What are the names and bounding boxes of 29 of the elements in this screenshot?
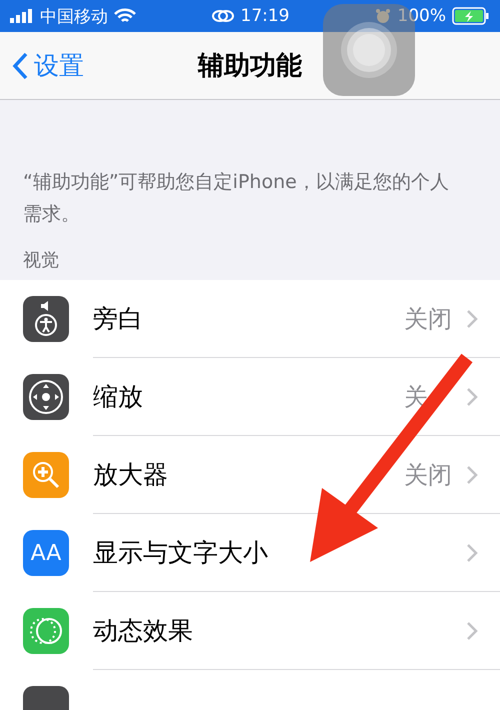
chevron-icon	[466, 386, 478, 406]
clock-time: 17:19	[240, 6, 290, 26]
text-size-icon: AA	[30, 540, 62, 566]
row-label: 旁白	[93, 303, 144, 335]
chevron-icon	[466, 542, 478, 562]
chevron-icon	[466, 464, 478, 484]
back-button[interactable]: 设置	[0, 49, 84, 82]
settings-row[interactable]: 动态效果	[0, 592, 500, 670]
signal-icon	[10, 9, 34, 23]
row-label: 放大器	[93, 459, 169, 491]
wifi-icon	[114, 8, 136, 24]
row-value: 关闭	[404, 304, 452, 334]
battery-percent: 100%	[397, 6, 446, 26]
back-chevron-icon	[12, 52, 28, 80]
page-title: 辅助功能	[198, 51, 302, 81]
row-label: 缩放	[93, 381, 144, 413]
section-header: 视觉	[22, 249, 60, 273]
battery-charging-icon	[452, 7, 490, 25]
row-value: 关闭	[404, 460, 452, 490]
motion-icon	[28, 615, 64, 647]
carrier-name: 中国移动	[40, 6, 108, 28]
row-label: 动态效果	[93, 615, 194, 647]
magnifier-icon	[30, 459, 62, 491]
description-text: “辅助功能”可帮助您自定iPhone，以满足您的个人需求。	[22, 170, 450, 227]
chevron-icon	[466, 620, 478, 640]
link-icon	[210, 9, 234, 23]
chevron-icon	[466, 308, 478, 328]
row-label: 显示与文字大小	[93, 537, 269, 569]
settings-row[interactable]: 旁白 关闭	[0, 280, 500, 358]
